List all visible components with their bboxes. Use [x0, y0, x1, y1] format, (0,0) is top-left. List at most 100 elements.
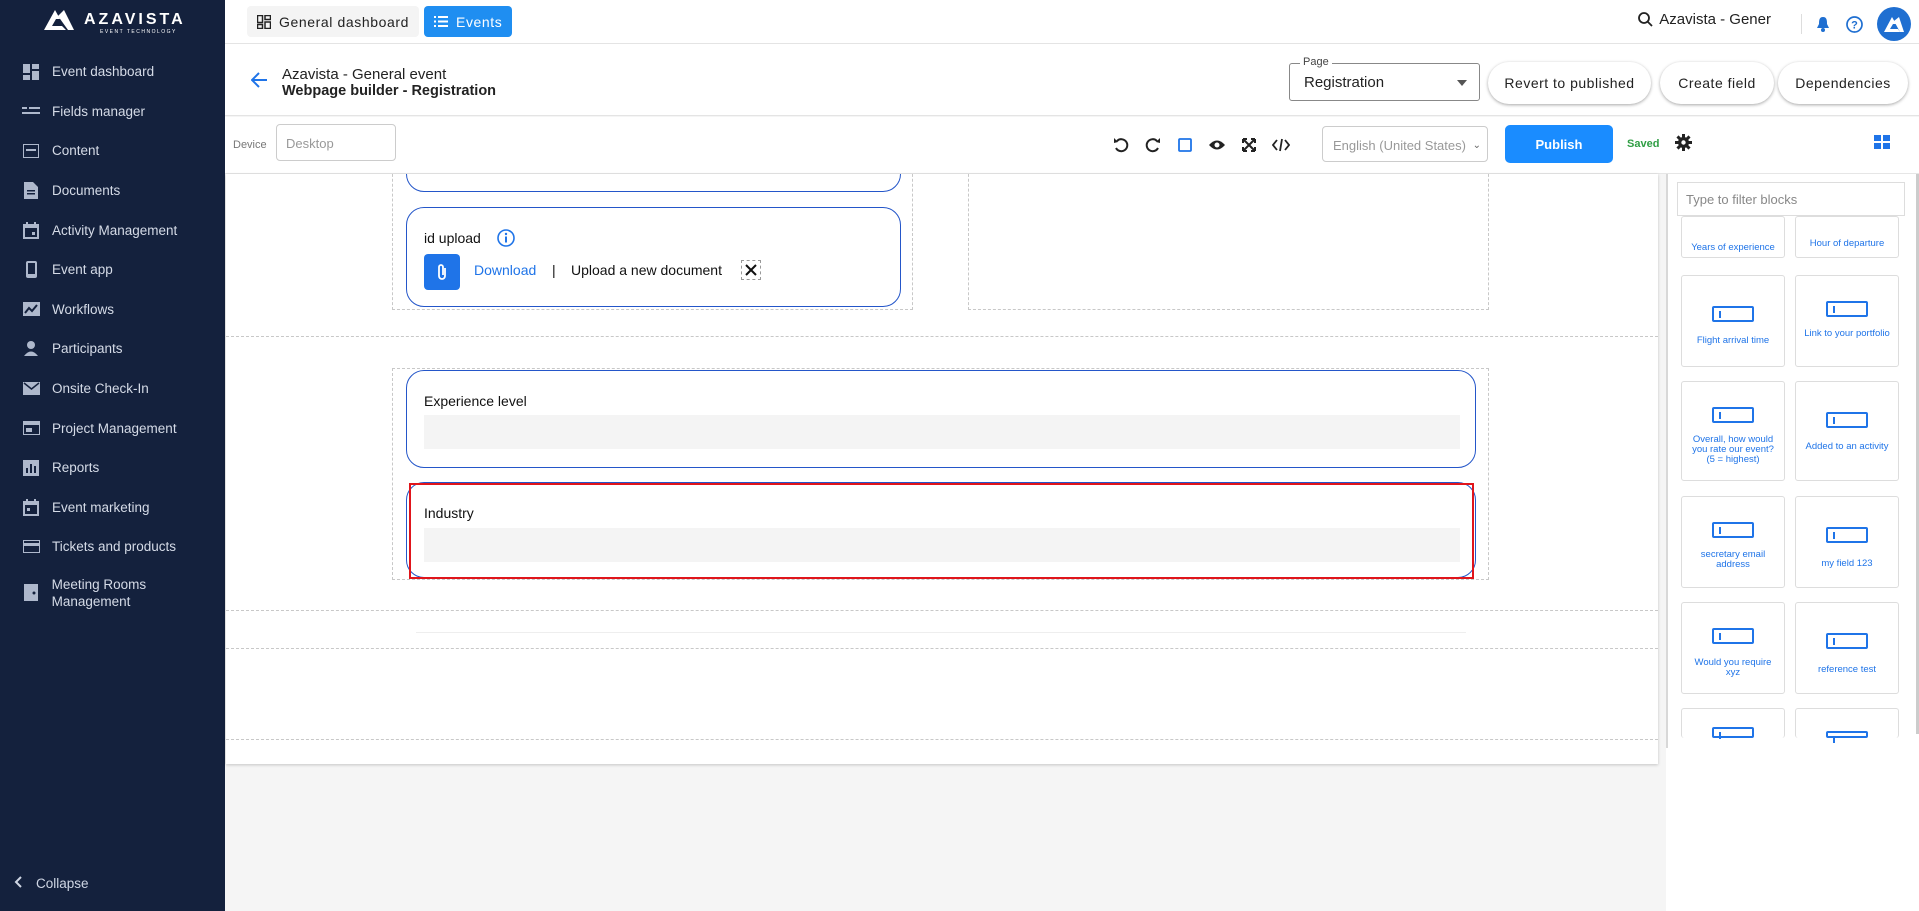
- block-would-you-require-xyz[interactable]: Would you require xyz: [1681, 602, 1785, 694]
- avatar[interactable]: [1877, 7, 1911, 41]
- upload-new-document-link[interactable]: Upload a new document: [571, 262, 722, 278]
- column-container[interactable]: [968, 174, 1489, 310]
- top-bar-icons: ?: [1801, 7, 1911, 41]
- close-icon[interactable]: [741, 260, 761, 280]
- preview-eye-icon[interactable]: [1206, 134, 1228, 156]
- block-label: Added to an activity: [1805, 441, 1889, 452]
- block-partial[interactable]: [1681, 708, 1785, 739]
- dependencies-button[interactable]: Dependencies: [1778, 62, 1908, 104]
- language-value: English (United States): [1333, 138, 1466, 153]
- publish-button[interactable]: Publish: [1505, 125, 1613, 163]
- sidebar-item-label: Workflows: [52, 301, 115, 317]
- sidebar-item-label: Fields manager: [52, 103, 146, 119]
- id-upload-field[interactable]: [406, 207, 901, 307]
- block-flight-arrival-time[interactable]: Flight arrival time: [1681, 275, 1785, 367]
- selected-component-outline: [409, 483, 1474, 579]
- event-search[interactable]: Azavista - Gener: [1638, 11, 1771, 28]
- list-icon: [434, 16, 448, 27]
- sidebar-item-workflows[interactable]: Workflows: [0, 290, 225, 330]
- sidebar-item-tickets-and-products[interactable]: Tickets and products: [0, 527, 225, 567]
- sidebar-item-event-marketing[interactable]: Event marketing: [0, 488, 225, 528]
- sidebar-item-fields-manager[interactable]: Fields manager: [0, 92, 225, 132]
- blocks-panel-icon[interactable]: [1874, 135, 1890, 154]
- events-button[interactable]: Events: [424, 6, 513, 37]
- input-field-icon: [1712, 306, 1754, 322]
- experience-level-input[interactable]: [424, 415, 1460, 449]
- block-secretary-email-address[interactable]: secretary email address: [1681, 496, 1785, 588]
- calendar-icon: [22, 221, 40, 239]
- block-added-to-an-activity[interactable]: Added to an activity: [1795, 381, 1899, 481]
- page-select[interactable]: Page Registration: [1289, 56, 1480, 101]
- outline-toggle-icon[interactable]: [1174, 134, 1196, 156]
- builder-canvas[interactable]: id upload Download | Upload a new docume…: [226, 174, 1658, 764]
- chevron-down-icon: ⌄: [1472, 140, 1481, 151]
- logo-icon: [1884, 16, 1904, 32]
- filter-blocks-input[interactable]: Type to filter blocks: [1677, 182, 1905, 216]
- sidebar-item-documents[interactable]: Documents: [0, 171, 225, 211]
- sidebar-item-participants[interactable]: Participants: [0, 329, 225, 369]
- undo-icon[interactable]: [1110, 134, 1132, 156]
- sidebar-item-event-app[interactable]: Event app: [0, 250, 225, 290]
- field-box[interactable]: [406, 174, 901, 192]
- device-label: Device: [233, 139, 267, 151]
- download-link[interactable]: Download: [474, 262, 536, 278]
- block-label: secretary email address: [1700, 549, 1766, 570]
- sidebar: AZAVISTA EVENT TECHNOLOGY Event dashboar…: [0, 0, 225, 911]
- id-upload-label: id upload: [424, 230, 481, 246]
- back-arrow-icon[interactable]: [250, 72, 268, 93]
- redo-icon[interactable]: [1142, 134, 1164, 156]
- block-link-to-your-portfolio[interactable]: Link to your portfolio: [1795, 275, 1899, 367]
- code-icon[interactable]: [1270, 134, 1292, 156]
- revert-to-published-button[interactable]: Revert to published: [1488, 62, 1651, 104]
- editor-tools: [1110, 134, 1292, 156]
- svg-text:?: ?: [1851, 19, 1858, 31]
- sidebar-item-content[interactable]: Content: [0, 131, 225, 171]
- collapse-button[interactable]: Collapse: [14, 876, 89, 891]
- divider: [1801, 14, 1802, 34]
- general-dashboard-label: General dashboard: [279, 13, 410, 30]
- help-icon[interactable]: ?: [1846, 15, 1863, 33]
- block-overall-rating[interactable]: Overall, how would you rate our event? (…: [1681, 381, 1785, 481]
- block-partial[interactable]: [1795, 708, 1899, 743]
- sidebar-item-onsite-check-in[interactable]: Onsite Check-In: [0, 369, 225, 409]
- input-field-icon: [1826, 527, 1868, 543]
- block-label: Would you require xyz: [1694, 657, 1772, 678]
- sidebar-item-label: Tickets and products: [52, 539, 177, 555]
- block-years-of-experience[interactable]: Years of experience: [1681, 216, 1785, 258]
- sidebar-item-label: Documents: [52, 183, 121, 199]
- azavista-logo[interactable]: AZAVISTA EVENT TECHNOLOGY: [44, 8, 184, 36]
- block-reference-test[interactable]: reference test: [1795, 602, 1899, 694]
- content-icon: [22, 142, 40, 160]
- sidebar-item-reports[interactable]: Reports: [0, 448, 225, 488]
- paperclip-icon: [436, 263, 448, 281]
- page-title: Webpage builder - Registration: [282, 83, 497, 99]
- calendar-icon: [22, 498, 40, 516]
- gear-icon[interactable]: [1675, 134, 1692, 156]
- create-field-button[interactable]: Create field: [1660, 62, 1774, 104]
- sidebar-item-activity-management[interactable]: Activity Management: [0, 210, 225, 250]
- block-my-field-123[interactable]: my field 123: [1795, 496, 1899, 588]
- block-label: Years of experience: [1691, 242, 1775, 253]
- sidebar-item-event-dashboard[interactable]: Event dashboard: [0, 52, 225, 92]
- panel-divider: [1666, 174, 1668, 748]
- device-select[interactable]: Desktop: [276, 124, 396, 161]
- page-select-legend: Page: [1300, 56, 1332, 68]
- general-dashboard-button[interactable]: General dashboard: [247, 6, 420, 37]
- block-hour-of-departure[interactable]: Hour of departure: [1795, 216, 1899, 258]
- sidebar-item-meeting-rooms-management[interactable]: Meeting Rooms Management: [0, 567, 225, 619]
- input-field-icon: [1826, 412, 1868, 428]
- input-field-icon: [1712, 727, 1754, 739]
- page-select-value: Registration: [1304, 74, 1385, 91]
- fullscreen-icon[interactable]: [1238, 134, 1260, 156]
- sidebar-item-label: Event app: [52, 262, 113, 278]
- language-select[interactable]: English (United States) ⌄: [1322, 126, 1488, 162]
- sidebar-item-label: Content: [52, 143, 100, 159]
- input-field-icon: [1826, 633, 1868, 649]
- block-label: Link to your portfolio: [1804, 328, 1890, 339]
- card-icon: [22, 538, 40, 556]
- dashboard-icon: [22, 63, 40, 81]
- info-icon[interactable]: [497, 229, 515, 252]
- attachment-button[interactable]: [424, 254, 460, 290]
- sidebar-item-project-management[interactable]: Project Management: [0, 408, 225, 448]
- bell-icon[interactable]: [1816, 16, 1830, 32]
